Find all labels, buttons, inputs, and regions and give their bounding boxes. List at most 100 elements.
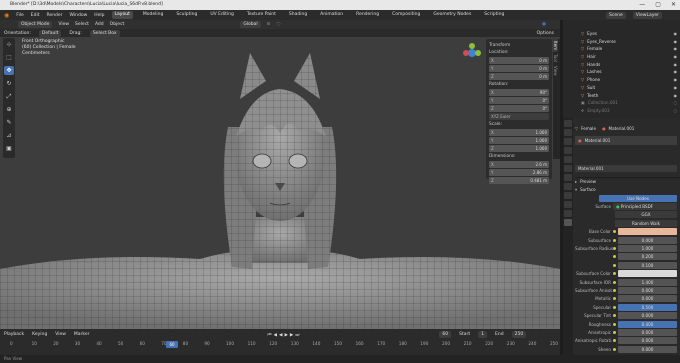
subsurface-method-dropdown[interactable]: Random Walk <box>575 219 680 227</box>
blender-logo-icon[interactable]: ◉ <box>4 12 9 19</box>
property-value-field[interactable] <box>618 228 677 236</box>
measure-tool-icon[interactable]: ⊿ <box>4 131 14 140</box>
end-frame-field[interactable]: 250 <box>511 331 527 338</box>
transform-orientation-dropdown[interactable]: Global <box>240 21 261 28</box>
property-value-field[interactable]: 1.000 <box>618 244 677 252</box>
shader-property-row[interactable]: Subsurface Color <box>575 269 680 278</box>
socket-icon[interactable] <box>613 230 616 234</box>
tab-rendering[interactable]: Rendering <box>353 11 382 19</box>
preview-section[interactable]: ▸ Preview <box>575 177 680 185</box>
socket-icon[interactable] <box>613 347 616 351</box>
socket-icon[interactable] <box>613 238 616 242</box>
tab-sculpting[interactable]: Sculpting <box>173 11 200 19</box>
view-layer-selector[interactable]: ViewLayer <box>632 11 662 19</box>
visibility-icon[interactable]: ◉ <box>674 30 678 38</box>
shader-property-row[interactable]: 0.100 <box>575 261 680 269</box>
shader-property-row[interactable]: Specular 0.500 <box>575 303 680 311</box>
shader-property-row[interactable]: Base Color <box>575 228 680 236</box>
drag-dropdown[interactable]: Select Box <box>89 29 120 37</box>
socket-icon[interactable] <box>613 339 616 343</box>
cursor-tool-icon[interactable]: ⊹ <box>4 40 14 49</box>
property-value-field[interactable] <box>618 270 677 278</box>
shader-property-row[interactable]: Subsurface Radius 1.000 <box>575 244 680 252</box>
outliner-item[interactable]: ▽ Eyes_Reverse ◉ <box>581 38 680 46</box>
material-selector[interactable]: Material.001 <box>575 165 680 173</box>
surface-section[interactable]: ▾ Surface <box>575 186 680 194</box>
property-value-field[interactable]: 0.000 <box>618 295 677 303</box>
tab-item[interactable]: Item <box>553 39 558 53</box>
outliner-item[interactable]: ▣ Collection.001 ◌ <box>581 99 680 107</box>
property-value-field[interactable]: 0.000 <box>618 312 677 320</box>
tab-modeling[interactable]: Modeling <box>140 11 166 19</box>
3d-viewport[interactable] <box>0 37 560 329</box>
shader-property-row[interactable]: Anisotropic Rotati... 0.000 <box>575 337 680 345</box>
socket-icon[interactable] <box>613 330 616 334</box>
dimensions-y-field[interactable]: Y 2.86 m <box>489 169 549 176</box>
maximize-button[interactable]: ▢ <box>655 0 661 10</box>
material-slot-item[interactable]: ● Material.001 <box>575 136 677 145</box>
socket-icon[interactable] <box>613 322 616 326</box>
property-value-field[interactable]: 0.400 <box>618 320 677 328</box>
shader-property-row[interactable]: Specular Tint 0.000 <box>575 311 680 320</box>
location-y-field[interactable]: Y0 m <box>489 65 549 72</box>
outliner-item[interactable]: ▽ Hands ◉ <box>581 61 680 69</box>
shader-property-row[interactable]: Subsurface Anisot... 0.000 <box>575 286 680 294</box>
shader-property-row[interactable]: 0.200 <box>575 253 680 261</box>
distribution-dropdown[interactable]: GGX <box>575 211 680 219</box>
menu-view[interactable]: View <box>58 22 69 27</box>
tab-shading[interactable]: Shading <box>286 11 310 19</box>
outliner-item[interactable]: ▽ Hair ◉ <box>581 53 680 61</box>
scale-z-field[interactable]: Z 1.000 <box>489 145 549 152</box>
menu-view-timeline[interactable]: View <box>55 332 66 337</box>
outliner-item[interactable]: ▽ Eyes ◉ <box>581 30 680 38</box>
menu-help[interactable]: Help <box>94 13 104 18</box>
socket-icon[interactable] <box>613 255 616 259</box>
tab-scripting[interactable]: Scripting <box>481 11 507 19</box>
visibility-icon[interactable]: ◉ <box>674 76 678 84</box>
menu-object[interactable]: Object <box>110 22 125 27</box>
tab-geometry-nodes[interactable]: Geometry Nodes <box>430 11 474 19</box>
socket-icon[interactable] <box>613 288 616 292</box>
scale-x-field[interactable]: X 1.000 <box>489 129 549 136</box>
outliner-item[interactable]: ▽ Lashes ◉ <box>581 68 680 76</box>
transform-header[interactable]: Transform <box>489 43 549 48</box>
tab-view[interactable]: View <box>553 64 558 78</box>
physics-tab-icon[interactable] <box>564 192 572 199</box>
world-tab-icon[interactable] <box>564 165 572 172</box>
socket-icon[interactable] <box>613 280 616 284</box>
socket-icon[interactable] <box>613 314 616 318</box>
socket-icon[interactable] <box>613 272 616 276</box>
constraints-tab-icon[interactable] <box>564 201 572 208</box>
socket-icon[interactable] <box>613 305 616 309</box>
modifier-tab-icon[interactable] <box>564 183 572 190</box>
rotation-mode-dropdown[interactable]: XYZ Euler <box>489 113 549 120</box>
move-tool-icon[interactable]: ✥ <box>4 66 14 75</box>
visibility-icon[interactable]: ◉ <box>674 84 678 92</box>
property-value-field[interactable]: 0.000 <box>618 337 677 345</box>
shader-property-row[interactable]: Subsurface 0.000 <box>575 236 680 244</box>
outliner-item[interactable]: ▽ Teeth ◉ <box>581 92 680 100</box>
dimensions-z-field[interactable]: Z 0.481 m <box>489 177 549 184</box>
shading-solid-icon[interactable]: ● <box>542 22 546 27</box>
visibility-icon[interactable]: ◌ <box>674 107 678 115</box>
snap-icon[interactable]: ⊙ <box>267 22 271 27</box>
orientation-dropdown[interactable]: Default <box>38 29 62 37</box>
annotate-tool-icon[interactable]: ✎ <box>4 118 14 127</box>
menu-playback[interactable]: Playback <box>4 332 24 337</box>
menu-file[interactable]: File <box>16 13 24 18</box>
socket-icon[interactable] <box>613 246 616 250</box>
outliner-item[interactable]: ▽ Female ◉ <box>581 45 680 53</box>
add-cube-tool-icon[interactable]: ▣ <box>4 144 14 153</box>
playhead[interactable]: 60 <box>166 341 178 348</box>
menu-window[interactable]: Window <box>70 13 88 18</box>
visibility-icon[interactable]: ◌ <box>674 99 678 107</box>
outliner-item[interactable]: ✣ Empty.003 ◌ <box>581 107 680 115</box>
property-value-field[interactable]: 0.000 <box>618 345 677 353</box>
scene-selector[interactable]: Scene <box>606 11 626 19</box>
socket-icon[interactable] <box>613 297 616 301</box>
visibility-icon[interactable]: ◉ <box>674 53 678 61</box>
options-dropdown[interactable]: Options <box>537 31 554 36</box>
visibility-icon[interactable]: ◉ <box>674 38 678 46</box>
property-value-field[interactable]: 0.000 <box>618 328 677 336</box>
rotation-y-field[interactable]: Y 0° <box>489 97 549 104</box>
